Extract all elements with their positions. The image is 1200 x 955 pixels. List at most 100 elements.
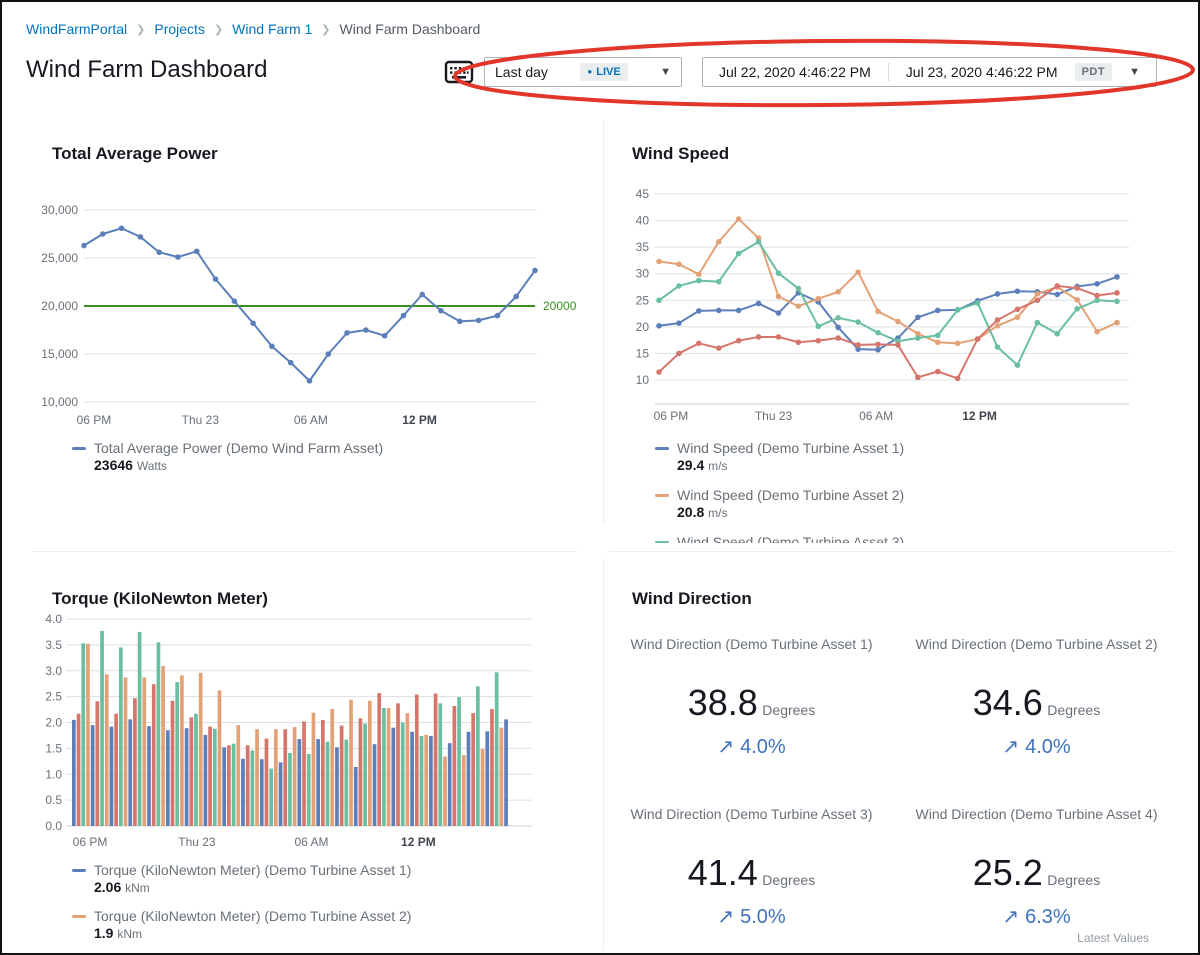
legend-label: Torque (KiloNewton Meter) (Demo Turbine … [94,908,411,925]
legend-swatch [655,541,669,543]
kpi-label: Wind Direction (Demo Turbine Asset 4) [907,804,1167,844]
svg-text:45: 45 [636,187,650,201]
breadcrumb-separator-icon: ❯ [214,22,223,36]
date-separator [888,63,889,81]
kpi-trend: ↗5.0% [622,904,882,929]
svg-text:Thu 23: Thu 23 [755,409,793,423]
svg-text:1.0: 1.0 [45,767,62,781]
panel-divider [603,559,604,950]
breadcrumb-link-portal[interactable]: WindFarmPortal [26,21,127,37]
kpi-value: 38.8 Degrees [622,682,882,724]
live-badge: ●LIVE [580,63,627,81]
svg-text:12 PM: 12 PM [401,835,436,849]
panel-wind-direction: Wind Direction Wind Direction (Demo Turb… [609,559,1179,955]
breadcrumb: WindFarmPortal ❯ Projects ❯ Wind Farm 1 … [26,21,480,37]
svg-text:4.0: 4.0 [45,612,62,626]
legend-value: 29.4 m/s [677,457,904,475]
svg-text:25: 25 [636,293,650,307]
kpi-wind-direction-1: Wind Direction (Demo Turbine Asset 1) 38… [622,634,882,759]
chevron-down-icon: ▼ [660,66,671,78]
trend-up-icon: ↗ [1002,736,1019,758]
time-range-select[interactable]: Last day ●LIVE ▼ [484,57,682,87]
page-title: Wind Farm Dashboard [26,56,267,84]
svg-text:20,000: 20,000 [41,299,78,313]
svg-text:12 PM: 12 PM [962,409,997,423]
chevron-down-icon: ▼ [1129,66,1140,78]
svg-text:30,000: 30,000 [41,203,78,217]
kpi-wind-direction-4: Wind Direction (Demo Turbine Asset 4) 25… [907,804,1167,929]
svg-text:30: 30 [636,267,650,281]
trend-up-icon: ↗ [717,736,734,758]
breadcrumb-link-wind-farm-1[interactable]: Wind Farm 1 [232,21,312,37]
svg-text:0.0: 0.0 [45,819,62,833]
breadcrumb-separator-icon: ❯ [321,22,330,36]
svg-text:40: 40 [636,214,650,228]
kpi-wind-direction-3: Wind Direction (Demo Turbine Asset 3) 41… [622,804,882,929]
kpi-grid: Wind Direction (Demo Turbine Asset 1) 38… [609,634,1179,929]
svg-text:2.0: 2.0 [45,716,62,730]
timezone-badge: PDT [1075,63,1113,81]
panel-divider [32,551,577,552]
svg-text:12 PM: 12 PM [402,413,437,427]
end-datetime: Jul 23, 2020 4:46:22 PM [906,64,1058,80]
legend-value: 20.8 m/s [677,504,904,522]
chart-legend: Wind Speed (Demo Turbine Asset 1) 29.4 m… [655,440,904,543]
wind-speed-chart[interactable]: 454035302520151006 PMThu 2306 AM12 PM [609,174,1179,430]
kpi-label: Wind Direction (Demo Turbine Asset 1) [622,634,882,674]
chart-legend: Torque (KiloNewton Meter) (Demo Turbine … [72,862,411,955]
svg-text:06 PM: 06 PM [77,413,112,427]
legend-swatch [72,447,86,450]
legend-value: 1.9 kNm [94,925,411,943]
kpi-wind-direction-2: Wind Direction (Demo Turbine Asset 2) 34… [907,634,1167,759]
legend-label: Wind Speed (Demo Turbine Asset 2) [677,487,904,504]
kpi-value: 41.4 Degrees [622,852,882,894]
svg-text:20000: 20000 [543,299,577,313]
svg-text:0.5: 0.5 [45,793,62,807]
wind-farm-dashboard-page: WindFarmPortal ❯ Projects ❯ Wind Farm 1 … [0,0,1200,955]
panel-title: Wind Direction [632,589,752,609]
svg-text:25,000: 25,000 [41,251,78,265]
total-average-power-chart[interactable]: 30,00025,00020,00015,00010,00006 PMThu 2… [26,174,591,430]
svg-text:Thu 23: Thu 23 [178,835,216,849]
chart-legend: Total Average Power (Demo Wind Farm Asse… [72,440,383,487]
panel-wind-speed: Wind Speed 454035302520151006 PMThu 2306… [609,114,1179,543]
svg-text:06 AM: 06 AM [294,413,328,427]
kpi-trend: ↗4.0% [622,734,882,759]
legend-value: 23646 Watts [94,457,383,475]
date-range-picker[interactable]: Jul 22, 2020 4:46:22 PM Jul 23, 2020 4:4… [702,57,1157,87]
svg-text:15: 15 [636,346,650,360]
svg-text:1.5: 1.5 [45,741,62,755]
live-dot-icon: ● [587,67,592,76]
panel-torque: Torque (KiloNewton Meter) 4.03.53.02.52.… [26,559,591,955]
legend-item: Wind Speed (Demo Turbine Asset 2) 20.8 m… [655,487,904,522]
svg-text:20: 20 [636,320,650,334]
kpi-trend: ↗4.0% [907,734,1167,759]
svg-text:15,000: 15,000 [41,347,78,361]
legend-item: Wind Speed (Demo Turbine Asset 3) [655,534,904,543]
legend-swatch [655,494,669,497]
kpi-trend: ↗6.3% [907,904,1167,929]
svg-text:06 PM: 06 PM [654,409,689,423]
svg-text:06 AM: 06 AM [859,409,893,423]
trend-up-icon: ↗ [1002,906,1019,928]
legend-item: Torque (KiloNewton Meter) (Demo Turbine … [72,862,411,897]
svg-text:10: 10 [636,373,650,387]
time-controls: Last day ●LIVE ▼ Jul 22, 2020 4:46:22 PM… [444,57,1157,87]
legend-value: 2.06 kNm [94,879,411,897]
legend-swatch [655,447,669,450]
breadcrumb-link-projects[interactable]: Projects [154,21,205,37]
breadcrumb-current: Wind Farm Dashboard [340,21,481,37]
svg-text:2.5: 2.5 [45,690,62,704]
legend-item: Torque (KiloNewton Meter) (Demo Turbine … [72,908,411,943]
svg-text:Thu 23: Thu 23 [182,413,220,427]
trend-up-icon: ↗ [717,906,734,928]
torque-chart[interactable]: 4.03.53.02.52.01.51.00.50.006 PMThu 2306… [26,599,591,859]
kpi-value: 34.6 Degrees [907,682,1167,724]
svg-text:06 PM: 06 PM [73,835,108,849]
legend-swatch [72,869,86,872]
keyboard-icon[interactable] [444,59,474,85]
legend-item: Wind Speed (Demo Turbine Asset 1) 29.4 m… [655,440,904,475]
legend-label: Wind Speed (Demo Turbine Asset 3) [677,534,904,543]
panel-title: Wind Speed [632,144,729,164]
latest-values-label: Latest Values [1077,931,1149,945]
